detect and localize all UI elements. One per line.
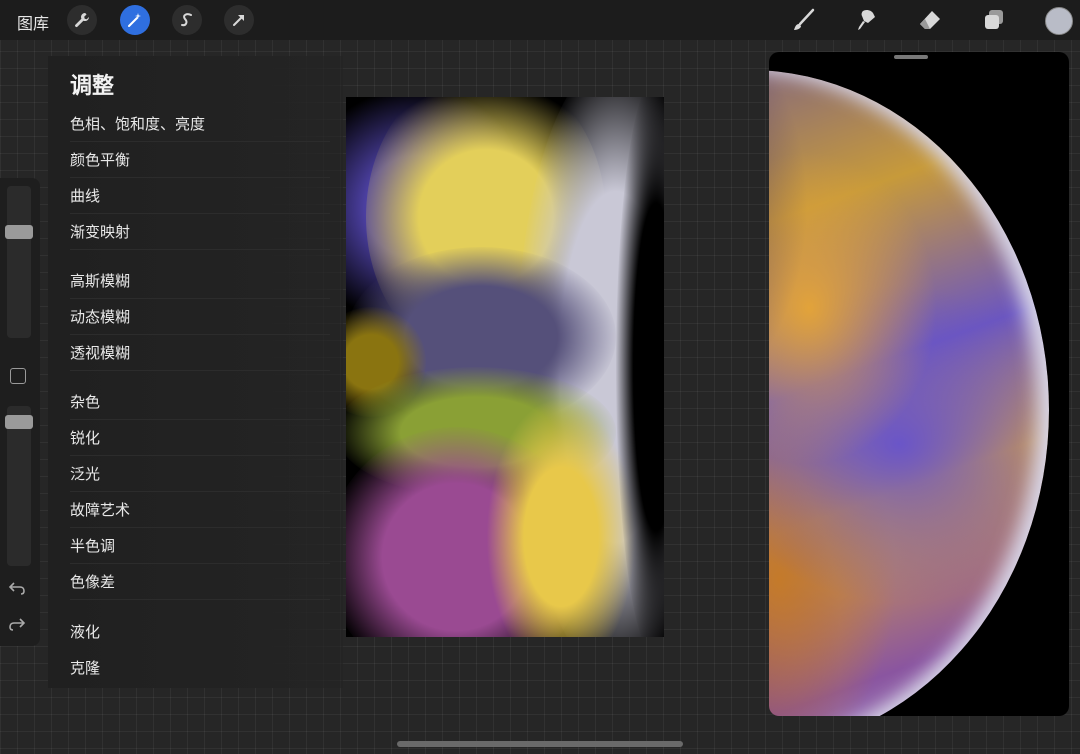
smudge-icon[interactable] xyxy=(851,4,883,36)
menu-item-chromatic-aberration[interactable]: 色像差 xyxy=(70,565,330,600)
gallery-button[interactable]: 图库 xyxy=(17,10,49,34)
menu-item-perspective-blur[interactable]: 透视模糊 xyxy=(70,336,330,371)
menu-item-gradient-map[interactable]: 渐变映射 xyxy=(70,215,330,250)
eraser-icon[interactable] xyxy=(914,4,946,36)
menu-title: 调整 xyxy=(70,74,115,99)
opacity-slider[interactable] xyxy=(7,406,31,566)
brush-size-knob[interactable] xyxy=(5,225,33,239)
reference-image[interactable] xyxy=(769,52,1069,716)
menu-item-halftone[interactable]: 半色调 xyxy=(70,529,330,564)
menu-item-curves[interactable]: 曲线 xyxy=(70,179,330,214)
menu-item-motion-blur[interactable]: 动态模糊 xyxy=(70,300,330,335)
menu-item-clone[interactable]: 克隆 xyxy=(70,651,330,685)
menu-item-bloom[interactable]: 泛光 xyxy=(70,457,330,492)
home-indicator[interactable] xyxy=(397,741,683,747)
top-toolbar: 图库 xyxy=(0,0,1080,40)
menu-item-noise[interactable]: 杂色 xyxy=(70,385,330,420)
menu-item-glitch[interactable]: 故障艺术 xyxy=(70,493,330,528)
magic-wand-icon[interactable] xyxy=(120,5,150,35)
selection-icon[interactable] xyxy=(172,5,202,35)
layers-icon[interactable] xyxy=(978,4,1010,36)
reference-drag-handle[interactable] xyxy=(894,55,928,59)
menu-item-color-balance[interactable]: 颜色平衡 xyxy=(70,143,330,178)
left-sidebar xyxy=(0,178,40,646)
menu-item-hue-saturation-brightness[interactable]: 色相、饱和度、亮度 xyxy=(70,107,330,142)
menu-item-gaussian-blur[interactable]: 高斯模糊 xyxy=(70,264,330,299)
adjustments-menu: 调整 色相、饱和度、亮度 颜色平衡 曲线 渐变映射 高斯模糊 动态模糊 透视模糊… xyxy=(48,56,343,688)
modify-square-icon[interactable] xyxy=(10,368,26,384)
canvas-artwork[interactable] xyxy=(346,97,664,637)
wrench-icon[interactable] xyxy=(67,5,97,35)
menu-item-sharpen[interactable]: 锐化 xyxy=(70,421,330,456)
opacity-knob[interactable] xyxy=(5,415,33,429)
arrow-icon[interactable] xyxy=(224,5,254,35)
undo-icon[interactable] xyxy=(8,580,26,600)
menu-item-liquify[interactable]: 液化 xyxy=(70,615,330,649)
redo-icon[interactable] xyxy=(8,616,26,636)
brush-size-slider[interactable] xyxy=(7,186,31,338)
brush-icon[interactable] xyxy=(788,4,820,36)
color-picker-swatch[interactable] xyxy=(1045,7,1073,35)
